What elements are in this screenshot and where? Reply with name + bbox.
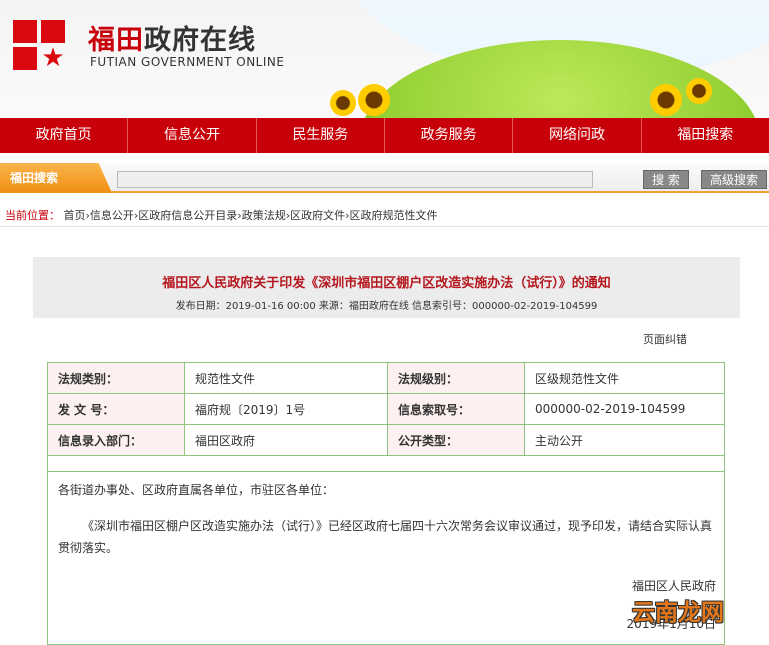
value-index-number: 000000-02-2019-104599 [524,393,725,425]
search-bar: 福田搜索 搜 索 高级搜索 [0,163,769,193]
main-nav: 政府首页 信息公开 民生服务 政务服务 网络问政 福田搜索 [0,118,769,153]
info-table: 法规类别： 规范性文件 法规级别： 区级规范性文件 发 文 号： 福府规〔201… [47,362,725,456]
watermark: 云南龙网 [632,600,724,626]
nav-livelihood[interactable]: 民生服务 [257,118,385,153]
site-subtitle: FUTIAN GOVERNMENT ONLINE [90,55,285,69]
search-tab-label: 福田搜索 [0,163,112,193]
table-row: 发 文 号： 福府规〔2019〕1号 信息索取号： 000000-02-2019… [47,393,725,425]
article-title: 福田区人民政府关于印发《深圳市福田区棚户区改造实施办法（试行）》的通知 [162,276,611,291]
label-level: 法规级别： [387,362,525,394]
value-doc-number: 福府规〔2019〕1号 [184,393,388,425]
article-body: 各街道办事处、区政府直属各单位，市驻区各单位： 《深圳市福田区棚户区改造实施办法… [47,455,725,645]
value-department: 福田区政府 [184,424,388,456]
article-meta: 发布日期：2019-01-16 00:00 来源：福田政府在线 信息索引号：00… [175,301,598,312]
value-category: 规范性文件 [184,362,388,394]
label-category: 法规类别： [47,362,185,394]
article-paragraph: 《深圳市福田区棚户区改造实施办法（试行）》已经区政府七届四十六次常务会议审议通过… [58,519,713,555]
breadcrumb-label: 当前位置： [5,209,60,222]
nav-info-disclosure[interactable]: 信息公开 [128,118,257,153]
signature: 福田区人民政府 [631,579,716,593]
advanced-search-button[interactable]: 高级搜索 [701,170,767,189]
site-title: 福田政府在线 [88,18,256,57]
site-title-dark: 政府在线 [144,25,256,56]
nav-online-inquiry[interactable]: 网络问政 [513,118,642,153]
breadcrumb: 当前位置： 首页›信息公开›区政府信息公开目录›政策法规›区政府文件›区政府规范… [5,207,438,223]
page-correction-link[interactable]: 页面纠错 [643,331,687,347]
label-doc-number: 发 文 号： [47,393,185,425]
value-level: 区级规范性文件 [524,362,725,394]
label-disclosure-type: 公开类型： [387,424,525,456]
sunflower-icon [330,90,356,116]
site-title-red: 福田 [88,25,144,56]
salutation: 各街道办事处、区政府直属各单位，市驻区各单位： [58,483,335,497]
table-row: 法规类别： 规范性文件 法规级别： 区级规范性文件 [47,362,725,394]
logo-mark-icon: ★ [13,20,67,72]
sunflower-icon [650,84,682,116]
sunflower-icon [358,84,390,116]
search-input[interactable] [117,171,593,188]
nav-home[interactable]: 政府首页 [0,118,129,153]
article-header: 福田区人民政府关于印发《深圳市福田区棚户区改造实施办法（试行）》的通知 发布日期… [33,257,740,318]
table-row: 信息录入部门： 福田区政府 公开类型： 主动公开 [47,424,725,456]
breadcrumb-path[interactable]: 首页›信息公开›区政府信息公开目录›政策法规›区政府文件›区政府规范性文件 [64,209,438,222]
divider [0,226,769,227]
value-disclosure-type: 主动公开 [524,424,725,456]
divider [47,471,725,472]
nav-search[interactable]: 福田搜索 [642,118,769,153]
label-index-number: 信息索取号： [387,393,525,425]
sunflower-icon [686,78,712,104]
site-header: ★ 福田政府在线 FUTIAN GOVERNMENT ONLINE [0,0,769,118]
label-department: 信息录入部门： [47,424,185,456]
nav-gov-services[interactable]: 政务服务 [385,118,514,153]
search-button[interactable]: 搜 索 [643,170,689,189]
